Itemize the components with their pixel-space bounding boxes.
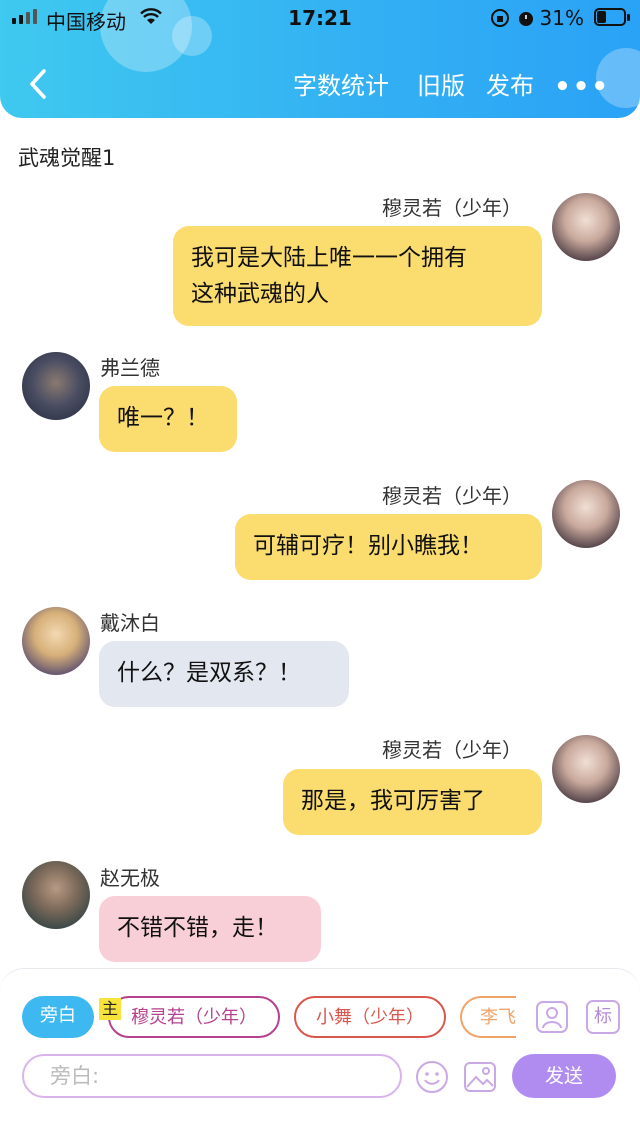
tag-button[interactable]: 标 xyxy=(586,1000,620,1034)
message-input[interactable]: 旁白: xyxy=(22,1054,402,1098)
scene-title: 武魂觉醒1 xyxy=(18,146,116,170)
role-chip-mu-lingruo[interactable]: 穆灵若（少年） xyxy=(108,996,280,1038)
status-icons xyxy=(490,8,536,28)
rotation-lock-icon xyxy=(491,9,509,27)
message-text: 唯一？！ xyxy=(117,405,209,431)
speaker-name: 穆灵若（少年） xyxy=(382,484,522,508)
speaker-name: 戴沐白 xyxy=(100,611,160,635)
role-chip-lifei[interactable]: 李飞 xyxy=(460,996,516,1038)
alarm-icon xyxy=(519,12,533,26)
header: 中国移动 17:21 31% 字数统计 旧版 发布 ••• xyxy=(0,0,640,118)
old-version-button[interactable]: 旧版 xyxy=(417,66,465,101)
avatar-zhao-wuji[interactable] xyxy=(22,861,90,929)
message-text: 可辅可疗！别小瞧我！ xyxy=(253,533,483,559)
battery-percent: 31% xyxy=(539,6,584,30)
speaker-name: 弗兰德 xyxy=(100,356,160,380)
publish-button[interactable]: 发布 xyxy=(486,66,534,101)
image-icon[interactable] xyxy=(462,1059,498,1095)
message-bubble: 可辅可疗！别小瞧我！ xyxy=(235,514,542,580)
message-bubble: 那是，我可厉害了 xyxy=(283,769,542,835)
role-chip-narrator[interactable]: 旁白 xyxy=(22,996,94,1038)
battery-icon xyxy=(594,8,630,26)
status-bar: 中国移动 17:21 31% xyxy=(0,0,640,36)
message-text: 什么？是双系？！ xyxy=(117,660,301,686)
word-count-button[interactable]: 字数统计 xyxy=(293,66,389,101)
speaker-name: 穆灵若（少年） xyxy=(382,738,522,762)
more-menu-button[interactable]: ••• xyxy=(554,72,610,102)
avatar-mu-lingruo[interactable] xyxy=(552,480,620,548)
avatar-mu-lingruo[interactable] xyxy=(552,735,620,803)
message-bubble: 我可是大陆上唯一一个拥有 这种武魂的人 xyxy=(173,226,542,326)
message-text: 不错不错，走！ xyxy=(117,915,278,941)
send-button[interactable]: 发送 xyxy=(512,1054,616,1098)
role-chip-xiaowu[interactable]: 小舞（少年） xyxy=(294,996,446,1038)
speaker-name: 赵无极 xyxy=(100,866,160,890)
avatar-fulande[interactable] xyxy=(22,352,90,420)
person-card-icon[interactable] xyxy=(535,1000,569,1034)
nav-bar: 字数统计 旧版 发布 ••• xyxy=(0,64,640,104)
avatar-mu-lingruo[interactable] xyxy=(552,193,620,261)
avatar-dai-mubai[interactable] xyxy=(22,607,90,675)
emoji-icon[interactable] xyxy=(414,1059,450,1095)
main-role-badge: 主 xyxy=(99,998,121,1020)
message-bubble: 什么？是双系？！ xyxy=(99,641,349,707)
speaker-name: 穆灵若（少年） xyxy=(382,196,522,220)
message-bubble: 不错不错，走！ xyxy=(99,896,321,962)
message-text: 那是，我可厉害了 xyxy=(301,788,485,814)
message-text-line: 我可是大陆上唯一一个拥有 xyxy=(191,245,467,271)
message-bubble: 唯一？！ xyxy=(99,386,237,452)
back-arrow-icon[interactable] xyxy=(22,66,58,102)
message-text-line: 这种武魂的人 xyxy=(191,281,329,307)
